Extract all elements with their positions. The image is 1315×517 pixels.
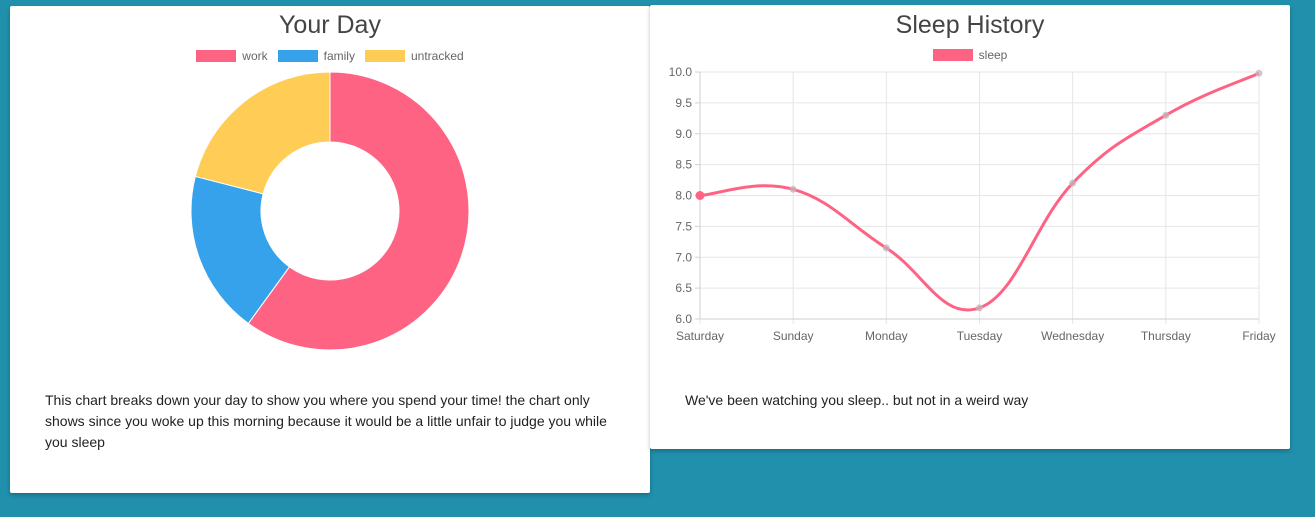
- your-day-card: Your Day work family untracked This char…: [10, 6, 650, 493]
- sleep-history-card: Sleep History sleep 10.0 9.5 9.0 8.5 8.0 7.5 7…: [650, 5, 1290, 449]
- sleep-point-tuesday[interactable]: [976, 304, 983, 312]
- y-tick-label: 7.0: [675, 250, 692, 264]
- doughnut-slice-untracked[interactable]: [194, 71, 331, 195]
- sleep-point-sunday[interactable]: [789, 185, 797, 193]
- x-tick-label: Thursday: [1141, 329, 1191, 343]
- y-tick-label: 9.0: [675, 127, 692, 141]
- y-tick-label: 8.5: [675, 158, 692, 172]
- x-tick-label: Wednesday: [1041, 329, 1104, 343]
- y-tick-label: 7.5: [675, 219, 692, 233]
- sleep-point-monday[interactable]: [882, 244, 890, 252]
- y-tick-label: 6.0: [675, 312, 692, 326]
- sleep-history-description: We've been watching you sleep.. but not …: [685, 392, 1029, 408]
- x-tick-label: Friday: [1242, 329, 1275, 343]
- y-tick-label: 9.5: [675, 96, 692, 110]
- your-day-description: This chart breaks down your day to show …: [45, 392, 607, 450]
- x-tick-label: Monday: [865, 329, 908, 343]
- sleep-point-friday[interactable]: [1255, 69, 1263, 77]
- x-tick-label: Sunday: [773, 329, 814, 343]
- y-tick-label: 6.5: [675, 281, 692, 295]
- sleep-line-chart: 10.0 9.5 9.0 8.5 8.0 7.5 7.0 6.5 6.0 Saturday Sund…: [669, 65, 1276, 343]
- y-tick-label: 10.0: [669, 65, 693, 79]
- x-tick-label: Tuesday: [957, 329, 1003, 343]
- y-tick-label: 8.0: [675, 189, 692, 203]
- sleep-point-saturday[interactable]: [695, 191, 705, 200]
- x-tick-label: Saturday: [676, 329, 724, 343]
- sleep-point-wednesday[interactable]: [1069, 179, 1077, 187]
- sleep-point-thursday[interactable]: [1162, 111, 1170, 119]
